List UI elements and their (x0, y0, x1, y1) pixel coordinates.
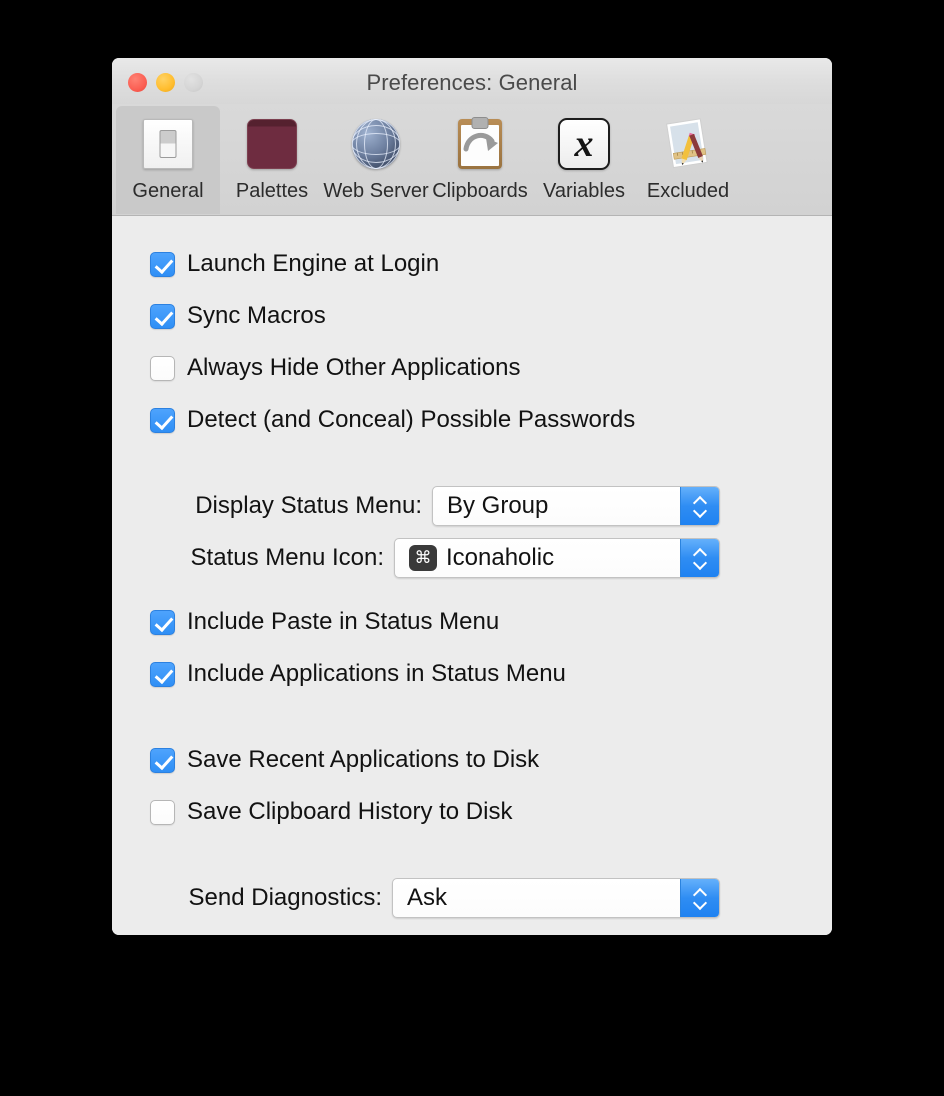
paper-pencil-ruler-icon (658, 114, 718, 174)
popup-stepper-icon[interactable] (680, 879, 719, 917)
tab-palettes[interactable]: Palettes (220, 106, 324, 214)
checkbox-label: Detect (and Conceal) Possible Passwords (187, 406, 636, 433)
row-status-menu-icon: Status Menu Icon: ⌘ Iconaholic (112, 532, 832, 584)
tab-web-server[interactable]: Web Server (323, 106, 429, 214)
checkbox-row-include-paste-in-status-menu[interactable]: Include Paste in Status Menu (112, 596, 832, 648)
checkbox-label: Launch Engine at Login (187, 250, 440, 277)
window-titlebar: Preferences: General (112, 58, 832, 104)
tab-excluded-label: Excluded (646, 180, 730, 202)
checkbox-row-save-recent-applications-to-disk[interactable]: Save Recent Applications to Disk (112, 734, 832, 786)
popup-stepper-icon[interactable] (680, 487, 719, 525)
clipboard-arrow-icon (450, 114, 510, 174)
checkbox-always-hide-other-applications[interactable] (150, 355, 175, 381)
row-send-diagnostics: Send Diagnostics: Ask (112, 872, 832, 924)
checkbox-detect-possible-passwords[interactable] (150, 407, 175, 433)
popup-send-diagnostics[interactable]: Ask (392, 878, 720, 918)
label-status-menu-icon: Status Menu Icon: (190, 544, 384, 571)
checkbox-save-clipboard-history-to-disk[interactable] (150, 799, 175, 825)
window-title: Preferences: General (366, 70, 578, 95)
command-key-icon: ⌘ (409, 545, 437, 571)
tab-excluded[interactable]: Excluded (636, 106, 740, 214)
label-send-diagnostics: Send Diagnostics: (188, 884, 382, 911)
popup-status-menu-icon-value-wrap: ⌘ Iconaholic (395, 544, 554, 572)
popup-status-menu-icon[interactable]: ⌘ Iconaholic (394, 538, 720, 578)
tab-general[interactable]: General (116, 106, 220, 214)
checkbox-sync-macros[interactable] (150, 303, 175, 329)
checkbox-row-detect-possible-passwords[interactable]: Detect (and Conceal) Possible Passwords (112, 394, 832, 446)
popup-send-diagnostics-value: Ask (407, 884, 448, 911)
tab-web-server-label: Web Server (323, 180, 429, 202)
tab-clipboards[interactable]: Clipboards (428, 106, 532, 214)
checkbox-row-launch-engine-at-login[interactable]: Launch Engine at Login (112, 238, 832, 290)
label-display-status-menu: Display Status Menu: (195, 492, 422, 519)
checkbox-label: Include Paste in Status Menu (187, 608, 500, 635)
checkbox-save-recent-applications-to-disk[interactable] (150, 747, 175, 773)
checkbox-label: Include Applications in Status Menu (187, 660, 566, 687)
tab-clipboards-label: Clipboards (432, 180, 528, 202)
checkbox-label: Always Hide Other Applications (187, 354, 521, 381)
tab-variables[interactable]: x Variables (532, 106, 636, 214)
checkbox-row-include-applications-in-status-menu[interactable]: Include Applications in Status Menu (112, 648, 832, 700)
tab-general-label: General (132, 180, 204, 202)
curved-arrow-icon (463, 132, 498, 152)
checkbox-label: Sync Macros (187, 302, 326, 329)
checkbox-include-applications-in-status-menu[interactable] (150, 661, 175, 687)
checkbox-include-paste-in-status-menu[interactable] (150, 609, 175, 635)
checkbox-launch-engine-at-login[interactable] (150, 251, 175, 277)
preferences-window: Preferences: General General Palettes We… (112, 58, 832, 935)
checkbox-row-save-clipboard-history-to-disk[interactable]: Save Clipboard History to Disk (112, 786, 832, 838)
checkbox-label: Save Recent Applications to Disk (187, 746, 540, 773)
popup-status-menu-icon-value: Iconaholic (446, 544, 555, 571)
general-preferences-panel: Launch Engine at Login Sync Macros Alway… (112, 216, 832, 935)
checkbox-row-sync-macros[interactable]: Sync Macros (112, 290, 832, 342)
popup-display-status-menu[interactable]: By Group (432, 486, 720, 526)
screen: Preferences: General General Palettes We… (0, 0, 944, 1096)
checkbox-row-always-hide-other-applications[interactable]: Always Hide Other Applications (112, 342, 832, 394)
popup-display-status-menu-value: By Group (447, 492, 549, 519)
tab-variables-label: Variables (543, 180, 625, 202)
globe-icon (346, 114, 406, 174)
checkbox-label: Save Clipboard History to Disk (187, 798, 513, 825)
italic-x-icon: x (554, 114, 614, 174)
popup-stepper-icon[interactable] (680, 539, 719, 577)
light-switch-icon (138, 114, 198, 174)
palette-book-icon (242, 114, 302, 174)
preferences-toolbar: General Palettes Web Server Clipboards x… (112, 104, 832, 216)
row-display-status-menu: Display Status Menu: By Group (112, 480, 832, 532)
tab-palettes-label: Palettes (235, 180, 309, 202)
